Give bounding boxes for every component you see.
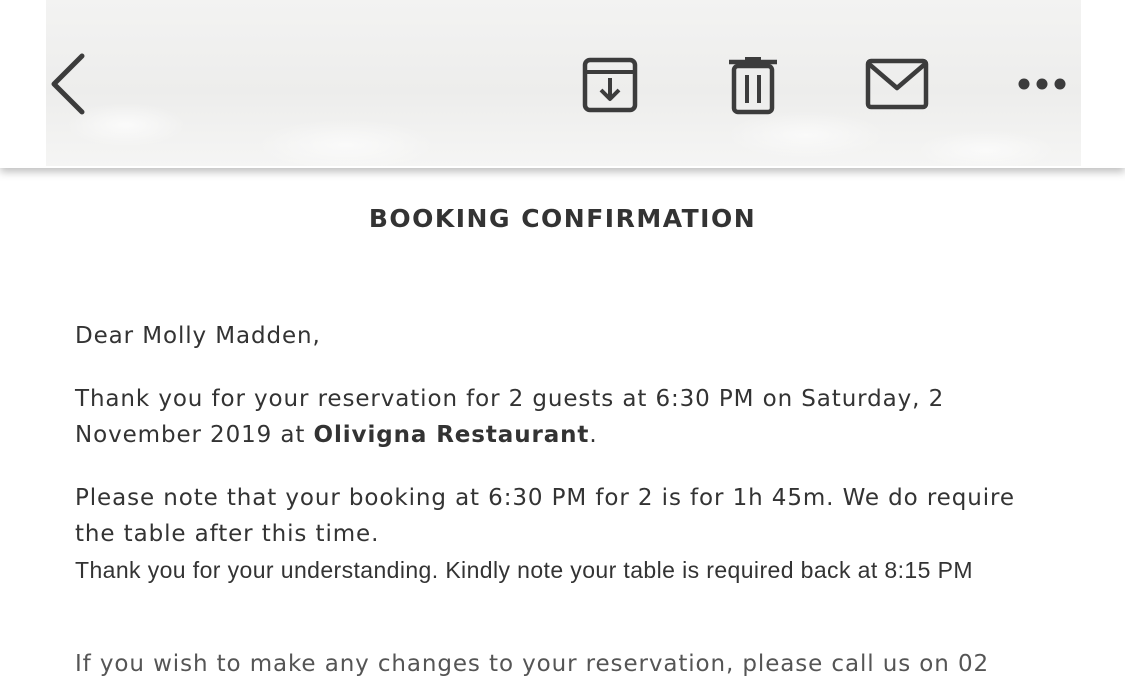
partial-text-line: If you wish to make any changes to your …: [75, 651, 990, 677]
back-button[interactable]: [44, 52, 92, 116]
archive-button[interactable]: [578, 54, 642, 116]
reservation-text-end: .: [589, 422, 598, 448]
greeting-text: Dear Molly Madden,: [75, 323, 321, 349]
more-horizontal-icon: [1018, 78, 1066, 90]
mark-unread-button[interactable]: [862, 56, 932, 112]
more-button[interactable]: [1010, 64, 1074, 104]
trash-icon: [729, 57, 777, 115]
mail-icon: [865, 58, 929, 110]
chevron-left-icon: [51, 53, 85, 115]
email-body: BOOKING CONFIRMATION Dear Molly Madden, …: [0, 168, 1125, 677]
restaurant-name: Olivigna Restaurant: [313, 422, 590, 448]
email-toolbar: [0, 0, 1125, 168]
delete-button[interactable]: [724, 54, 782, 116]
table-return-note: Thank you for your understanding. Kindly…: [75, 557, 973, 583]
reservation-paragraph: Thank you for your reservation for 2 gue…: [75, 381, 1050, 453]
archive-icon: [582, 57, 638, 113]
email-title: BOOKING CONFIRMATION: [368, 204, 757, 233]
booking-duration-note: Please note that your booking at 6:30 PM…: [75, 485, 1015, 547]
